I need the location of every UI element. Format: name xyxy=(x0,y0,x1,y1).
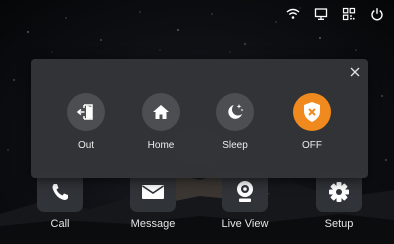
mode-off-label: OFF xyxy=(302,140,322,151)
monitor-icon[interactable] xyxy=(314,7,328,21)
dock-tile-setup[interactable] xyxy=(316,172,362,212)
dock-label-setup: Setup xyxy=(324,218,354,230)
status-bar xyxy=(286,6,384,22)
mode-sleep-button[interactable]: Sleep xyxy=(205,93,265,151)
dock-item-setup[interactable]: Setup xyxy=(312,172,366,242)
moon-stars-icon xyxy=(228,104,244,119)
dock-label-message: Message xyxy=(130,218,176,230)
dock-label-call: Call xyxy=(50,218,70,230)
phone-icon xyxy=(52,184,68,200)
dock-item-message[interactable]: Message xyxy=(126,172,180,242)
dock-tile-live-view[interactable] xyxy=(222,172,268,212)
mode-off-circle[interactable] xyxy=(293,93,331,131)
gear-icon xyxy=(329,182,349,202)
mode-out-button[interactable]: Out xyxy=(56,93,116,151)
dock-tile-message[interactable] xyxy=(130,172,176,212)
close-button[interactable] xyxy=(348,65,362,79)
mode-home-label: Home xyxy=(147,140,175,151)
mode-home-button[interactable]: Home xyxy=(131,93,191,151)
power-icon[interactable] xyxy=(370,7,384,21)
mode-sleep-label: Sleep xyxy=(222,140,248,151)
camera-icon xyxy=(237,181,253,202)
mode-sleep-circle[interactable] xyxy=(216,93,254,131)
close-icon xyxy=(350,67,360,77)
dock-tile-call[interactable] xyxy=(37,172,83,212)
dock-item-call[interactable]: Call xyxy=(33,172,87,242)
mode-out-circle[interactable] xyxy=(67,93,105,131)
home-icon xyxy=(153,105,169,119)
shield-off-icon xyxy=(304,102,320,122)
wifi-icon[interactable] xyxy=(286,7,300,21)
qr-code-icon[interactable] xyxy=(342,7,356,21)
mode-out-label: Out xyxy=(77,140,95,151)
dock-item-live-view[interactable]: Live View xyxy=(218,172,272,242)
mode-home-circle[interactable] xyxy=(142,93,180,131)
home-screen: Call Message Live View Setup Out Home Sl… xyxy=(0,0,394,244)
arm-mode-popup: Out Home Sleep OFF xyxy=(31,59,368,178)
mode-off-button[interactable]: OFF xyxy=(282,93,342,151)
exit-door-icon xyxy=(76,104,93,120)
dock-label-live-view: Live View xyxy=(221,218,269,230)
envelope-icon xyxy=(142,185,164,199)
